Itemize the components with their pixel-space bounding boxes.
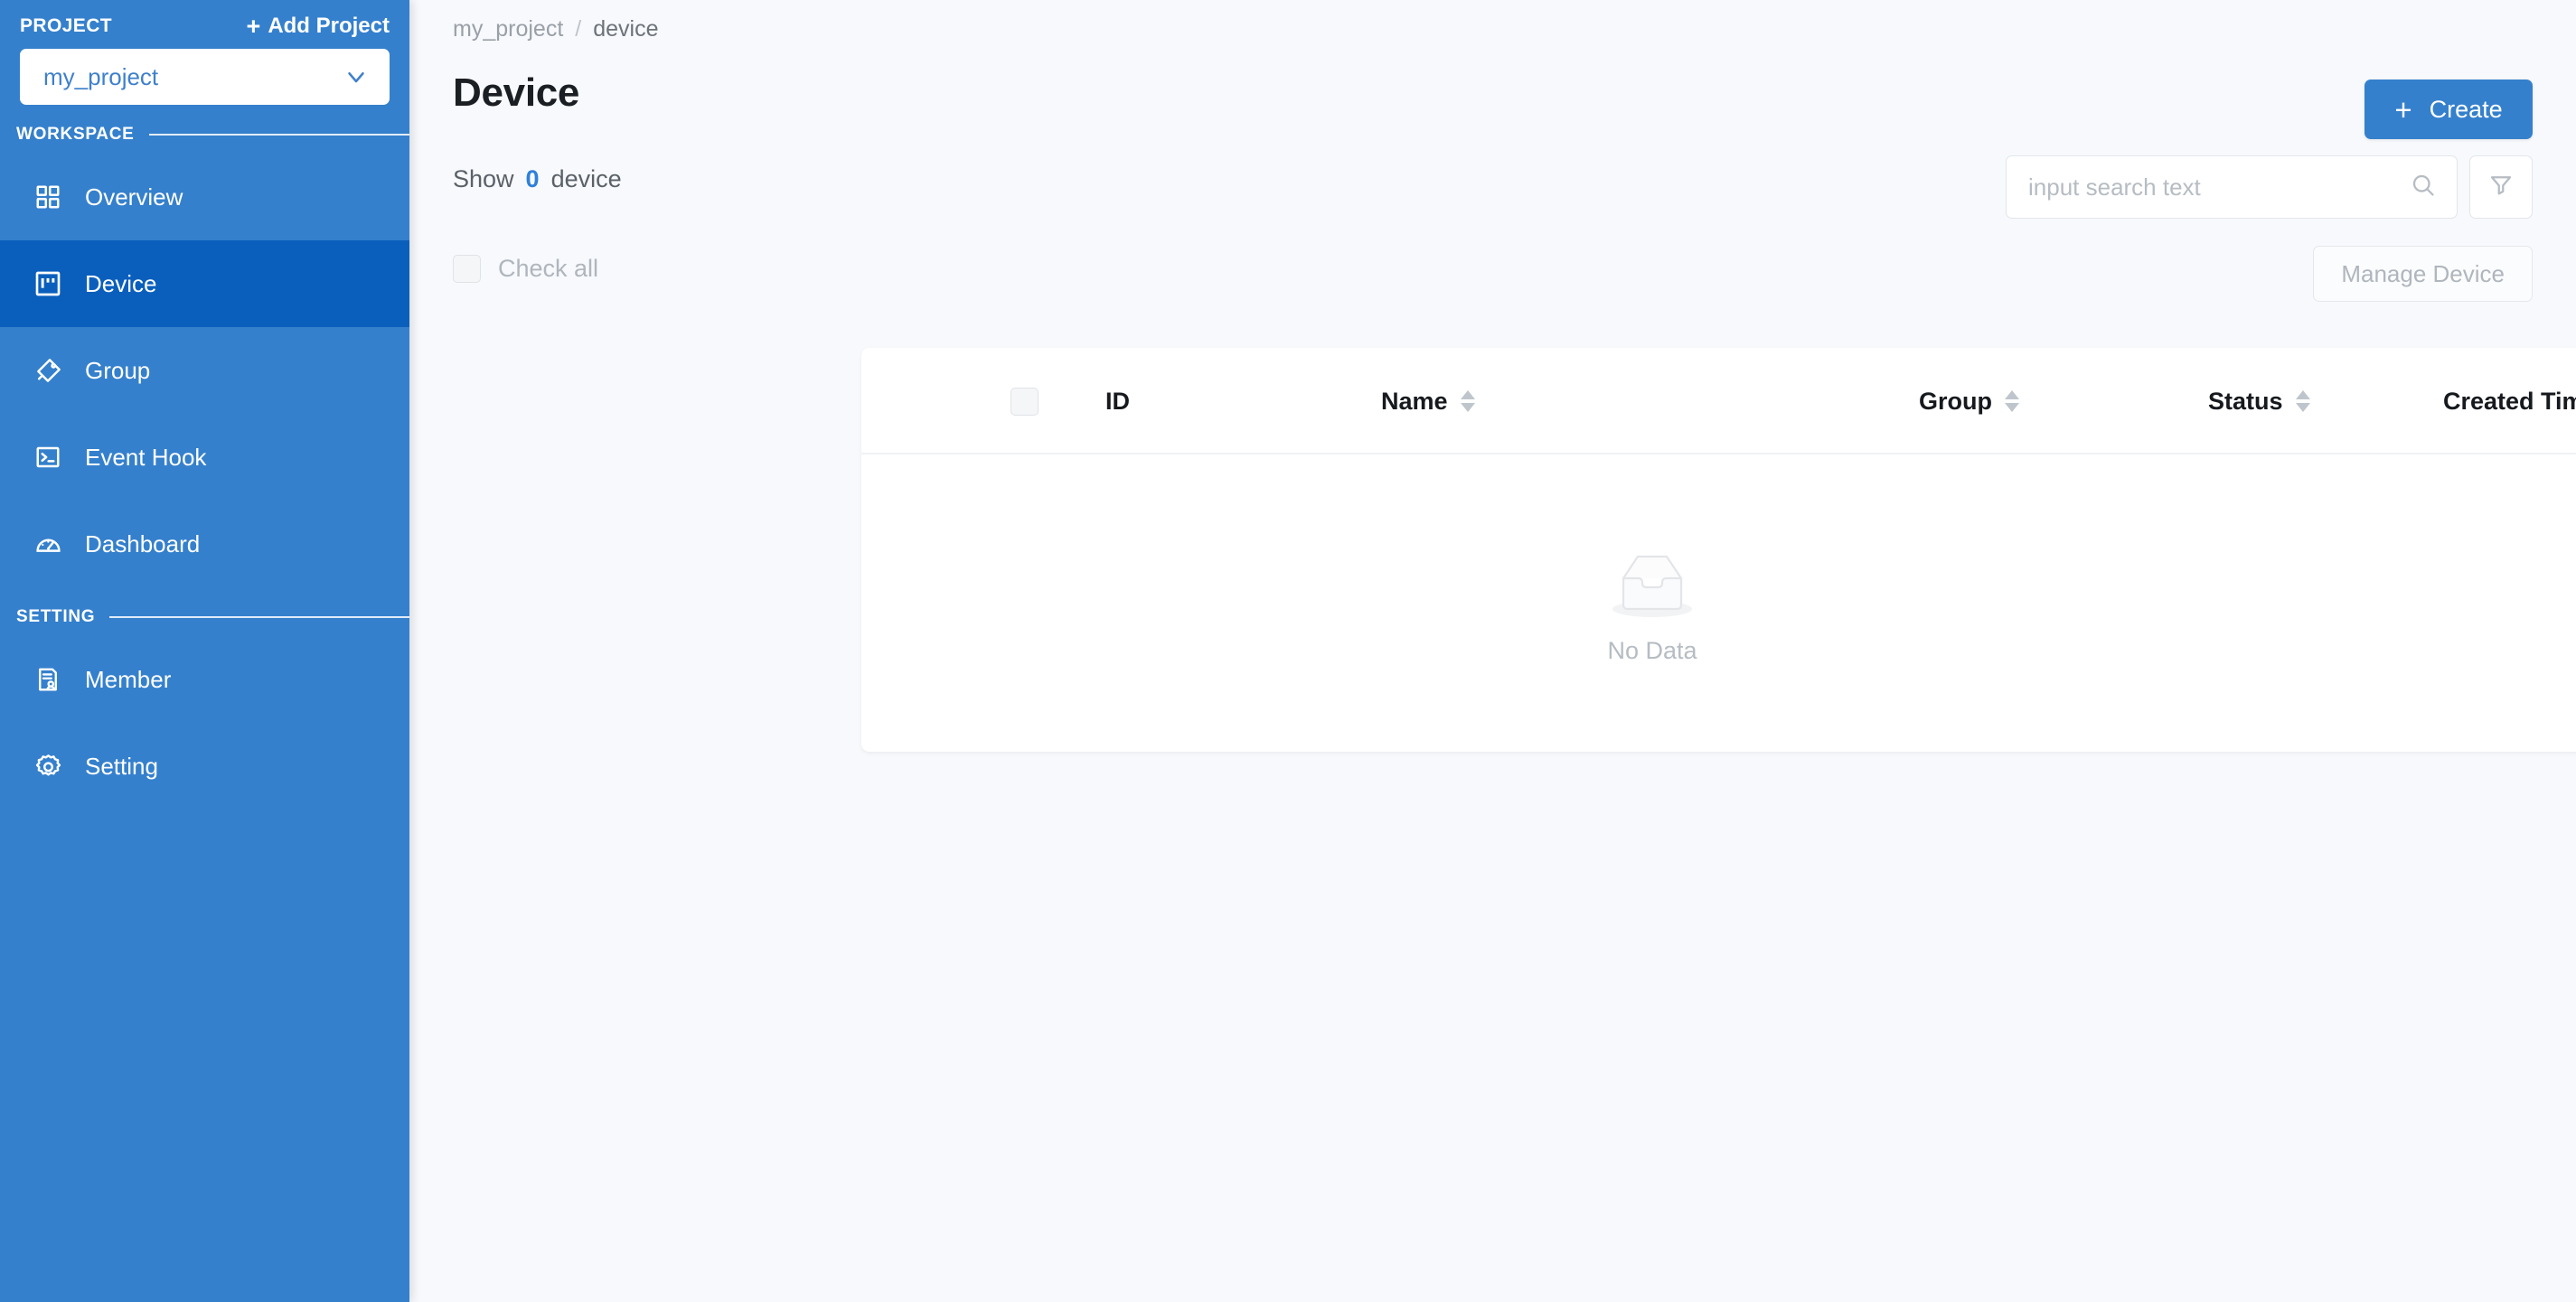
- device-count: 0: [525, 165, 540, 192]
- table-empty-state: No Data: [861, 454, 2576, 752]
- app-root: PROJECT + Add Project my_project WORKSPA…: [0, 0, 2576, 1302]
- project-select[interactable]: my_project: [20, 49, 390, 105]
- table-header-created-time[interactable]: Created Time: [2443, 348, 2576, 454]
- project-select-value: my_project: [43, 62, 159, 90]
- divider: [148, 134, 409, 136]
- sidebar-item-event-hook[interactable]: Event Hook: [0, 414, 409, 501]
- tag-icon: [33, 355, 63, 386]
- empty-state-label: No Data: [1607, 636, 1697, 664]
- sidebar-item-label: Setting: [85, 752, 158, 780]
- gauge-icon: [33, 529, 63, 559]
- show-prefix: Show: [453, 165, 514, 192]
- table-header-select-all[interactable]: [1011, 348, 1039, 454]
- project-select-wrap: my_project: [0, 40, 409, 105]
- sidebar-item-label: Member: [85, 665, 172, 693]
- empty-inbox-icon: [1602, 542, 1703, 630]
- table-header-status[interactable]: Status: [2208, 348, 2310, 454]
- sort-descending-icon: [2295, 403, 2310, 412]
- breadcrumb-current: device: [593, 16, 659, 42]
- gear-icon: [33, 751, 63, 782]
- search-box[interactable]: [2006, 155, 2458, 219]
- sidebar-project-label: PROJECT: [20, 15, 112, 36]
- divider: [109, 616, 409, 618]
- sidebar-item-overview[interactable]: Overview: [0, 154, 409, 240]
- table-header-label: Created Time: [2443, 387, 2576, 415]
- sidebar-item-label: Overview: [85, 183, 183, 211]
- check-all-label: Check all: [498, 255, 599, 282]
- search-input[interactable]: [2028, 173, 2410, 201]
- device-icon: [33, 268, 63, 299]
- manage-device-button[interactable]: Manage Device: [2313, 246, 2533, 302]
- breadcrumb-root[interactable]: my_project: [453, 16, 563, 42]
- filter-button[interactable]: [2469, 155, 2533, 219]
- device-table-card: ID Name Group Status Created Tim No Data: [861, 348, 2576, 752]
- sort-toggle-group[interactable]: [2005, 390, 2019, 412]
- sidebar-item-label: Device: [85, 269, 157, 297]
- sidebar-item-label: Dashboard: [85, 529, 201, 557]
- sort-ascending-icon: [1460, 390, 1475, 399]
- sidebar-section-setting-label: SETTING: [16, 607, 96, 626]
- sort-ascending-icon: [2295, 390, 2310, 399]
- table-header-label: ID: [1105, 387, 1130, 415]
- chevron-down-icon: [343, 63, 370, 90]
- sidebar-item-label: Group: [85, 356, 151, 384]
- table-header-name[interactable]: Name: [1381, 348, 1475, 454]
- terminal-icon: [33, 442, 63, 473]
- search-toolbar: [2006, 155, 2533, 219]
- create-button[interactable]: + Create: [2364, 80, 2533, 139]
- sidebar-section-setting: SETTING: [0, 587, 409, 636]
- table-header-label: Group: [1919, 387, 1992, 415]
- sidebar-project-header: PROJECT + Add Project: [0, 0, 409, 40]
- sort-toggle-name[interactable]: [1460, 390, 1475, 412]
- sidebar-section-workspace: WORKSPACE: [0, 105, 409, 154]
- breadcrumb-separator: /: [575, 16, 582, 42]
- page-title: Device: [453, 70, 580, 115]
- sort-descending-icon: [2005, 403, 2019, 412]
- plus-icon: +: [2394, 92, 2412, 126]
- create-button-label: Create: [2429, 95, 2503, 123]
- table-header-label: Status: [2208, 387, 2283, 415]
- table-header-label: Name: [1381, 387, 1448, 415]
- show-suffix: device: [550, 165, 622, 192]
- sidebar-item-label: Event Hook: [85, 443, 207, 471]
- table-header-group[interactable]: Group: [1919, 348, 2019, 454]
- sidebar-item-dashboard[interactable]: Dashboard: [0, 501, 409, 587]
- member-icon: [33, 664, 63, 695]
- device-count-line: Show 0 device: [453, 165, 622, 193]
- sidebar-section-workspace-label: WORKSPACE: [16, 125, 135, 144]
- add-project-label: Add Project: [268, 14, 390, 38]
- breadcrumb: my_project / device: [453, 16, 658, 42]
- sidebar-item-group[interactable]: Group: [0, 327, 409, 414]
- check-all-control[interactable]: Check all: [453, 255, 598, 283]
- table-header-row: ID Name Group Status Created Tim: [861, 348, 2576, 454]
- sort-ascending-icon: [2005, 390, 2019, 399]
- sort-toggle-status[interactable]: [2295, 390, 2310, 412]
- main-content: my_project / device Device Show 0 device…: [409, 0, 2576, 1302]
- sidebar-item-device[interactable]: Device: [0, 240, 409, 327]
- table-header-id: ID: [1105, 348, 1130, 454]
- check-all-checkbox[interactable]: [453, 255, 481, 283]
- sidebar-item-member[interactable]: Member: [0, 636, 409, 723]
- add-project-button[interactable]: + Add Project: [247, 14, 390, 39]
- search-icon[interactable]: [2410, 172, 2437, 203]
- sidebar-item-setting[interactable]: Setting: [0, 723, 409, 810]
- sidebar: PROJECT + Add Project my_project WORKSPA…: [0, 0, 409, 1302]
- filter-icon: [2487, 172, 2515, 203]
- grid-icon: [33, 182, 63, 212]
- plus-icon: +: [246, 12, 261, 40]
- sort-descending-icon: [1460, 403, 1475, 412]
- table-select-all-checkbox[interactable]: [1011, 387, 1039, 416]
